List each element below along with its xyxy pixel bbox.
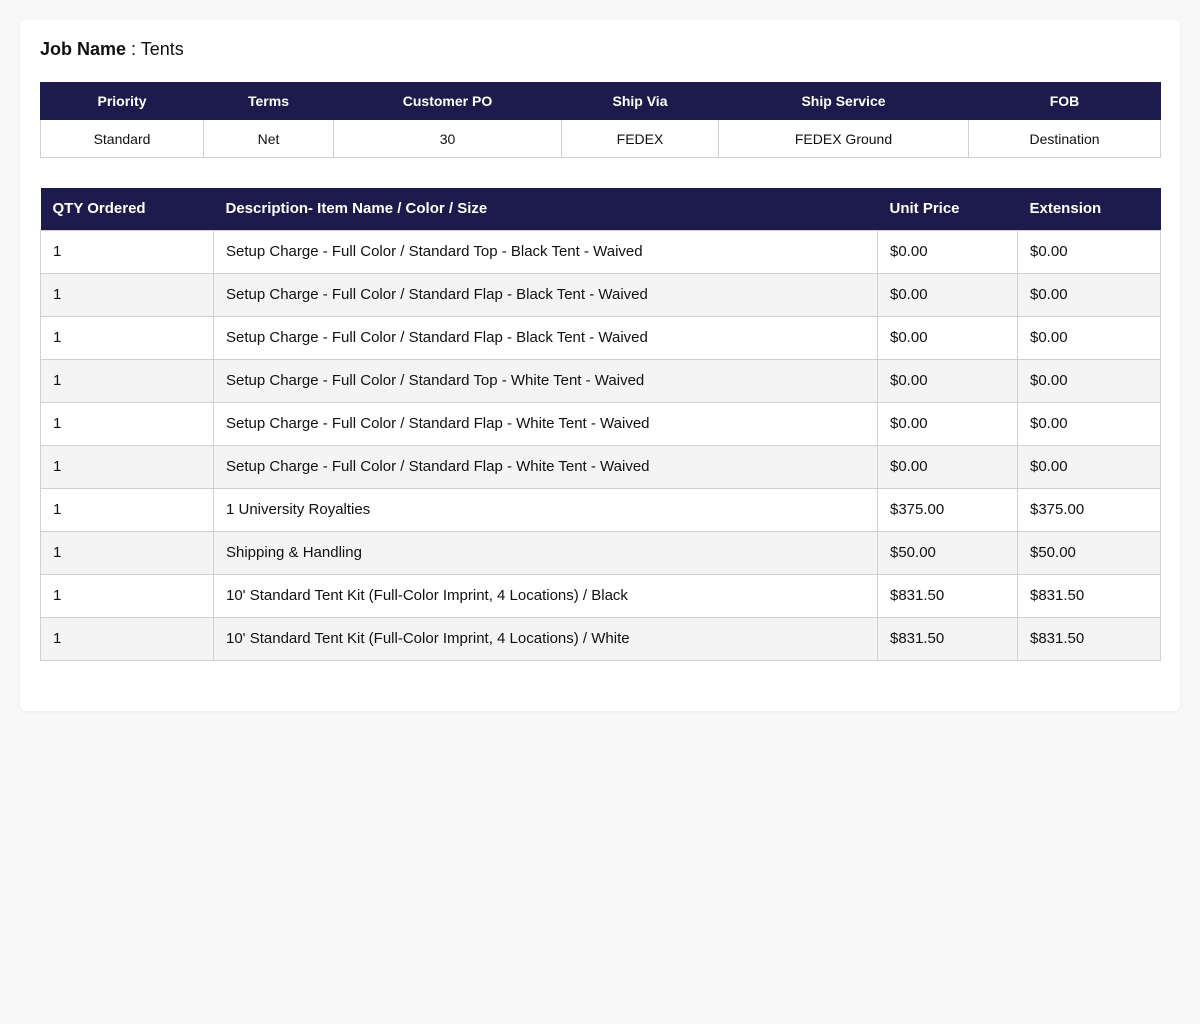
header-customer-po: Customer PO [333, 82, 562, 120]
description-cell: 10' Standard Tent Kit (Full-Color Imprin… [213, 573, 878, 618]
table-row: 1 Setup Charge - Full Color / Standard F… [40, 315, 1161, 360]
extension-cell: $0.00 [1017, 401, 1161, 446]
qty-cell: 1 [40, 573, 214, 618]
unit-price-cell: $831.50 [877, 573, 1018, 618]
unit-price-cell: $0.00 [877, 444, 1018, 489]
job-name-label: Job Name [40, 39, 127, 59]
header-ship-service: Ship Service [718, 82, 969, 120]
job-name-line: Job Name : Tents [40, 38, 1160, 60]
priority-value: Standard [40, 119, 204, 158]
header-unit-price: Unit Price [877, 188, 1018, 230]
order-card: Job Name : Tents Priority Terms Customer… [20, 20, 1180, 711]
description-cell: 10' Standard Tent Kit (Full-Color Imprin… [213, 616, 878, 661]
unit-price-cell: $50.00 [877, 530, 1018, 575]
header-extension: Extension [1017, 188, 1161, 230]
qty-cell: 1 [40, 530, 214, 575]
order-info-value-row: Standard Net 30 FEDEX FEDEX Ground Desti… [40, 119, 1161, 158]
unit-price-cell: $831.50 [877, 616, 1018, 661]
extension-cell: $0.00 [1017, 315, 1161, 360]
description-cell: Setup Charge - Full Color / Standard Fla… [213, 315, 878, 360]
ship-service-value: FEDEX Ground [718, 119, 969, 158]
qty-cell: 1 [40, 358, 214, 403]
description-cell: Setup Charge - Full Color / Standard Top… [213, 358, 878, 403]
extension-cell: $0.00 [1017, 358, 1161, 403]
qty-cell: 1 [40, 315, 214, 360]
order-info-header-row: Priority Terms Customer PO Ship Via Ship… [40, 82, 1161, 120]
extension-cell: $831.50 [1017, 616, 1161, 661]
table-row: 1 Setup Charge - Full Color / Standard F… [40, 444, 1161, 489]
job-name-separator: : [126, 39, 141, 59]
qty-cell: 1 [40, 616, 214, 661]
header-terms: Terms [203, 82, 334, 120]
header-fob: FOB [968, 82, 1161, 120]
extension-cell: $50.00 [1017, 530, 1161, 575]
line-items-table: QTY Ordered Description- Item Name / Col… [40, 188, 1161, 661]
qty-cell: 1 [40, 272, 214, 317]
table-row: 1 10' Standard Tent Kit (Full-Color Impr… [40, 573, 1161, 618]
terms-value: Net [203, 119, 334, 158]
extension-cell: $375.00 [1017, 487, 1161, 532]
unit-price-cell: $0.00 [877, 315, 1018, 360]
table-row: 1 Shipping & Handling $50.00 $50.00 [40, 530, 1161, 575]
description-cell: Setup Charge - Full Color / Standard Fla… [213, 401, 878, 446]
header-priority: Priority [40, 82, 204, 120]
table-row: 1 Setup Charge - Full Color / Standard T… [40, 229, 1161, 274]
extension-cell: $0.00 [1017, 229, 1161, 274]
unit-price-cell: $0.00 [877, 401, 1018, 446]
description-cell: Shipping & Handling [213, 530, 878, 575]
description-cell: Setup Charge - Full Color / Standard Fla… [213, 444, 878, 489]
ship-via-value: FEDEX [561, 119, 719, 158]
description-cell: Setup Charge - Full Color / Standard Fla… [213, 272, 878, 317]
table-row: 1 10' Standard Tent Kit (Full-Color Impr… [40, 616, 1161, 661]
qty-cell: 1 [40, 401, 214, 446]
order-info-table: Priority Terms Customer PO Ship Via Ship… [40, 82, 1161, 158]
description-cell: 1 University Royalties [213, 487, 878, 532]
header-ship-via: Ship Via [561, 82, 719, 120]
unit-price-cell: $0.00 [877, 272, 1018, 317]
fob-value: Destination [968, 119, 1161, 158]
table-row: 1 Setup Charge - Full Color / Standard F… [40, 272, 1161, 317]
table-row: 1 Setup Charge - Full Color / Standard T… [40, 358, 1161, 403]
customer-po-value: 30 [333, 119, 562, 158]
unit-price-cell: $375.00 [877, 487, 1018, 532]
qty-cell: 1 [40, 444, 214, 489]
qty-cell: 1 [40, 487, 214, 532]
line-items-header-row: QTY Ordered Description- Item Name / Col… [40, 188, 1161, 230]
job-name-value: Tents [140, 39, 184, 59]
extension-cell: $0.00 [1017, 272, 1161, 317]
unit-price-cell: $0.00 [877, 358, 1018, 403]
description-cell: Setup Charge - Full Color / Standard Top… [213, 229, 878, 274]
table-row: 1 Setup Charge - Full Color / Standard F… [40, 401, 1161, 446]
extension-cell: $831.50 [1017, 573, 1161, 618]
header-qty-ordered: QTY Ordered [40, 188, 214, 230]
extension-cell: $0.00 [1017, 444, 1161, 489]
qty-cell: 1 [40, 229, 214, 274]
header-description: Description- Item Name / Color / Size [213, 188, 878, 230]
unit-price-cell: $0.00 [877, 229, 1018, 274]
table-row: 1 1 University Royalties $375.00 $375.00 [40, 487, 1161, 532]
